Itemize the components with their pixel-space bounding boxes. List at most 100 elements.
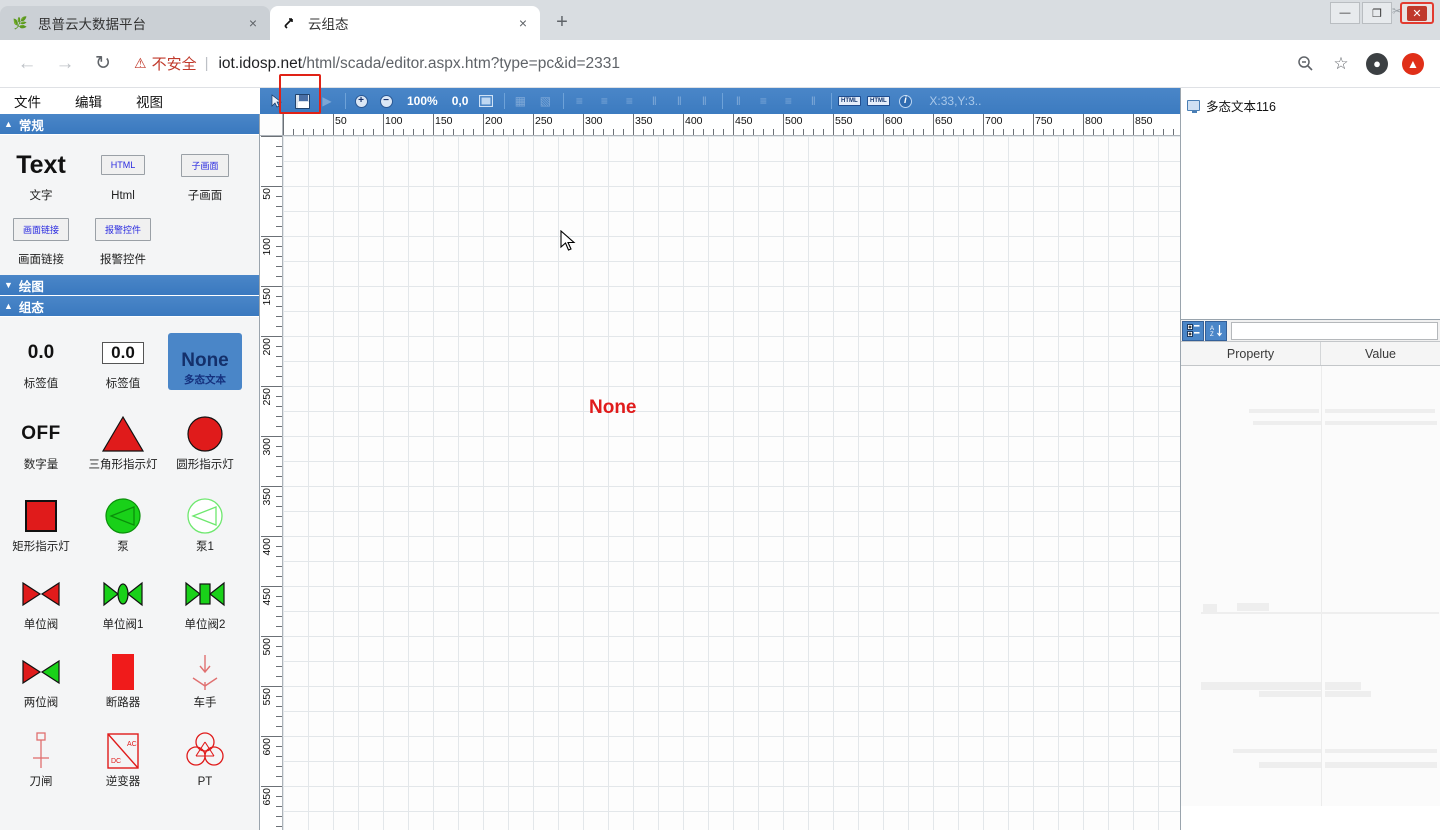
ruler-label: 650: [935, 115, 953, 127]
save-icon[interactable]: [291, 91, 313, 111]
ruler-label: 650: [261, 788, 273, 806]
distribute-v-icon[interactable]: ‖: [802, 91, 824, 111]
window-close-button[interactable]: ✂ ✕: [1394, 2, 1436, 24]
library-item-triangle-lamp[interactable]: 三角形指示灯: [82, 412, 164, 472]
library-item-inverter[interactable]: ACDC 逆变器: [82, 729, 164, 789]
screen-fit-icon[interactable]: [475, 91, 497, 111]
library-item-knife-switch[interactable]: 刀闸: [0, 729, 82, 789]
run-icon[interactable]: ▶: [316, 91, 338, 111]
align-right-icon[interactable]: ≡: [618, 91, 640, 111]
same-height-icon[interactable]: ≡: [752, 91, 774, 111]
ruler-label: 250: [261, 388, 273, 406]
object-tree[interactable]: 多态文本116: [1181, 88, 1440, 320]
library-item-tag-value-box[interactable]: 0.0 标签值: [82, 331, 164, 407]
drawing-canvas[interactable]: None: [283, 136, 1180, 830]
ruler-tick: [276, 426, 282, 427]
new-tab-button[interactable]: +: [546, 6, 578, 38]
section-header-general[interactable]: ▲ 常规: [0, 114, 259, 135]
library-item-subscreen[interactable]: 子画面 子画面: [164, 143, 246, 203]
profile-avatar-icon[interactable]: ●: [1360, 47, 1394, 81]
bookmark-star-icon[interactable]: ☆: [1324, 47, 1358, 81]
knife-switch-icon: [26, 729, 56, 773]
ruler-tick: [933, 114, 934, 135]
library-item-alarm-control[interactable]: 报警控件 报警控件: [82, 207, 164, 267]
section-header-drawing[interactable]: ▼ 绘图: [0, 275, 259, 296]
library-item-text[interactable]: Text 文字: [0, 143, 82, 203]
property-grid-header: Property Value: [1181, 342, 1440, 366]
align-center-icon[interactable]: ≡: [593, 91, 615, 111]
ruler-tick: [276, 566, 282, 567]
library-item-digital[interactable]: OFF 数字量: [0, 412, 82, 472]
library-item-multistate-text[interactable]: None 多态文本 .: [164, 331, 246, 407]
address-bar[interactable]: ⚠ 不安全 | iot.idosp.net/html/scada/editor.…: [124, 47, 1286, 81]
browser-tab-1[interactable]: 云组态 ×: [270, 6, 540, 40]
section-body-config: 0.0 标签值 0.0 标签值 None 多态文本 .: [0, 317, 259, 796]
library-item-valve1[interactable]: 单位阀1: [82, 572, 164, 632]
distribute-h-icon[interactable]: ≡: [777, 91, 799, 111]
select-cursor-icon[interactable]: [266, 91, 288, 111]
library-item-pt[interactable]: PT: [164, 729, 246, 789]
align-middle-icon[interactable]: ‖: [668, 91, 690, 111]
warning-triangle-icon: ⚠: [134, 55, 147, 72]
html-export-icon[interactable]: HTML: [865, 91, 891, 111]
zoom-in-icon[interactable]: +: [350, 91, 372, 111]
library-item-caption: 车手: [165, 697, 245, 710]
group-icon[interactable]: ▦: [509, 91, 531, 111]
menu-item-view[interactable]: 视图: [130, 91, 177, 111]
ghost-row: [1233, 749, 1321, 753]
forward-button[interactable]: →: [48, 47, 82, 81]
close-icon[interactable]: ✕: [1407, 6, 1427, 21]
ruler-tick: [276, 666, 282, 667]
back-button[interactable]: ←: [10, 47, 44, 81]
ruler-label: 200: [261, 338, 273, 356]
library-item-valve[interactable]: 单位阀: [0, 572, 82, 632]
library-item-screen-link[interactable]: 画面链接 画面链接: [0, 207, 82, 267]
ruler-tick: [573, 129, 574, 135]
property-grid-body[interactable]: [1181, 366, 1440, 806]
url-separator: |: [205, 55, 209, 72]
library-item-driver[interactable]: 车手: [164, 650, 246, 710]
tree-item-multistate-text[interactable]: 多态文本116: [1187, 96, 1434, 115]
section-header-config[interactable]: ▲ 组态: [0, 296, 259, 317]
ruler-tick: [553, 129, 554, 135]
zoom-out-icon[interactable]: [1288, 47, 1322, 81]
ruler-tick: [723, 129, 724, 135]
library-item-tag-value[interactable]: 0.0 标签值: [0, 331, 82, 407]
library-item-two-pos-valve[interactable]: 两位阀: [0, 650, 82, 710]
sort-alphabetical-button[interactable]: AZ: [1205, 321, 1227, 341]
ruler-tick: [613, 129, 614, 135]
library-item-rect-lamp[interactable]: 矩形指示灯: [0, 494, 82, 554]
zoom-out-icon[interactable]: −: [375, 91, 397, 111]
align-left-icon[interactable]: ≡: [568, 91, 590, 111]
reload-button[interactable]: ↻: [86, 47, 120, 81]
same-width-icon[interactable]: ‖: [727, 91, 749, 111]
html-import-icon[interactable]: HTML: [836, 91, 862, 111]
ungroup-icon[interactable]: ▧: [534, 91, 556, 111]
library-item-valve2[interactable]: 单位阀2: [164, 572, 246, 632]
info-icon[interactable]: i: [894, 91, 916, 111]
library-item-pump[interactable]: 泵: [82, 494, 164, 554]
ruler-label: 400: [261, 538, 273, 556]
ruler-tick: [276, 166, 282, 167]
categorize-button[interactable]: [1182, 321, 1204, 341]
library-item-html[interactable]: HTML Html: [82, 143, 164, 203]
extension-red-icon[interactable]: ▲: [1396, 47, 1430, 81]
window-minimize-button[interactable]: —: [1330, 2, 1360, 24]
tab-close-icon-0[interactable]: ×: [244, 14, 262, 32]
library-item-circle-lamp[interactable]: 圆形指示灯: [164, 412, 246, 472]
library-item-caption: 报警控件: [83, 254, 163, 267]
library-item-pump1[interactable]: 泵1: [164, 494, 246, 554]
window-restore-button[interactable]: ❐: [1362, 2, 1392, 24]
ruler-tick: [276, 306, 282, 307]
library-item-breaker[interactable]: 断路器: [82, 650, 164, 710]
property-search-field[interactable]: [1231, 322, 1438, 340]
ruler-corner[interactable]: [260, 114, 283, 136]
menu-item-edit[interactable]: 编辑: [69, 91, 116, 111]
align-bottom-icon[interactable]: ‖: [693, 91, 715, 111]
browser-tab-0[interactable]: 🌿 思普云大数据平台 ×: [0, 6, 270, 40]
tab-close-icon-1[interactable]: ×: [514, 14, 532, 32]
ruler-tick: [1063, 129, 1064, 135]
menu-item-file[interactable]: 文件: [8, 91, 55, 111]
align-top-icon[interactable]: ‖: [643, 91, 665, 111]
canvas-object-multi-state-text[interactable]: None: [589, 397, 637, 419]
